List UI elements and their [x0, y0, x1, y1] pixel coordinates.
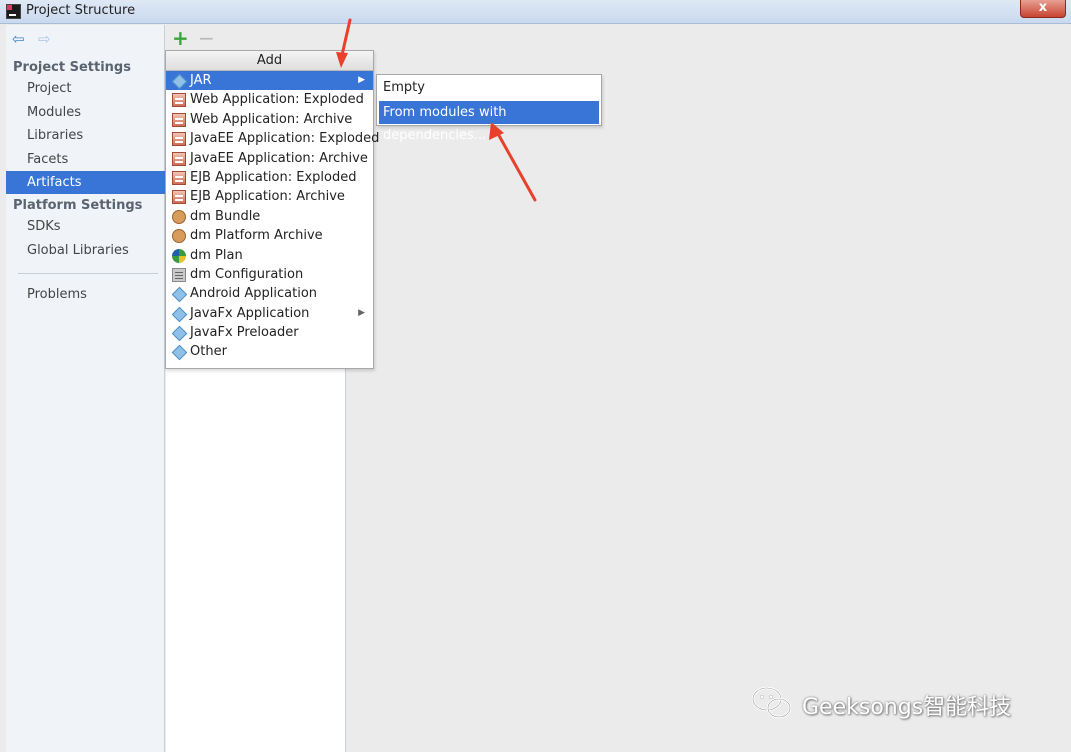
submenu-item-empty[interactable]: Empty	[377, 76, 601, 99]
settings-sidebar: ⇦ ⇨ Project Settings Project Modules Lib…	[6, 25, 165, 752]
menu-item-dm-plan[interactable]: dm Plan	[166, 246, 373, 265]
submenu-arrow-icon: ▶	[358, 75, 365, 85]
menu-item-jar[interactable]: JAR ▶	[166, 71, 373, 91]
jar-icon	[172, 74, 186, 88]
forward-arrow-icon[interactable]: ⇨	[38, 31, 54, 47]
add-menu-popup: Add JAR ▶ Web Application: Exploded Web …	[165, 50, 379, 369]
add-button[interactable]: +	[172, 27, 189, 49]
other-icon	[172, 345, 186, 359]
back-arrow-icon[interactable]: ⇦	[12, 31, 28, 47]
submenu-arrow-icon: ▶	[358, 307, 365, 318]
android-icon	[172, 287, 186, 301]
javafx-icon	[172, 307, 186, 321]
menu-item-javafx-application[interactable]: JavaFx Application ▶	[166, 304, 373, 323]
jar-submenu: Empty From modules with dependencies...	[376, 74, 602, 143]
intellij-icon	[6, 4, 21, 19]
sidebar-item-problems[interactable]: Problems	[6, 283, 165, 306]
window-title: Project Structure	[26, 3, 136, 18]
sidebar-item-modules[interactable]: Modules	[6, 101, 165, 124]
menu-item-ejb-archive[interactable]: EJB Application: Archive	[166, 187, 373, 206]
menu-item-javafx-preloader[interactable]: JavaFx Preloader	[166, 323, 373, 342]
archive-icon	[172, 112, 186, 127]
menu-item-dm-bundle[interactable]: dm Bundle	[166, 207, 373, 226]
archive-icon	[172, 190, 186, 205]
sidebar-divider	[18, 273, 158, 274]
sidebar-item-global-libraries[interactable]: Global Libraries	[6, 239, 165, 262]
archive-icon	[172, 151, 186, 166]
sidebar-item-sdks[interactable]: SDKs	[6, 215, 165, 238]
artifacts-toolbar: + −	[166, 25, 346, 51]
menu-item-other[interactable]: Other	[166, 342, 373, 361]
sidebar-item-project[interactable]: Project	[6, 77, 165, 100]
archive-icon	[172, 170, 186, 185]
sidebar-item-facets[interactable]: Facets	[6, 148, 165, 171]
bundle-icon	[172, 229, 186, 244]
plan-icon	[172, 248, 186, 263]
sidebar-item-artifacts[interactable]: Artifacts	[6, 171, 165, 194]
submenu-item-from-modules[interactable]: From modules with dependencies...	[379, 101, 599, 143]
menu-item-web-archive[interactable]: Web Application: Archive	[166, 110, 373, 129]
menu-item-javaee-exploded[interactable]: JavaEE Application: Exploded	[166, 129, 379, 148]
config-icon	[172, 267, 186, 282]
archive-icon	[172, 93, 186, 108]
remove-button[interactable]: −	[198, 27, 215, 49]
project-settings-header: Project Settings	[13, 60, 131, 75]
javafx-icon	[172, 326, 186, 340]
wechat-logo-icon	[751, 686, 792, 719]
add-menu-header: Add	[166, 51, 373, 71]
platform-settings-header: Platform Settings	[13, 198, 143, 213]
menu-item-android-application[interactable]: Android Application	[166, 284, 373, 303]
watermark-text: Geeksongs智能科技	[802, 695, 1012, 720]
archive-icon	[172, 132, 186, 147]
title-bar: Project Structure x	[0, 0, 1071, 24]
menu-item-dm-configuration[interactable]: dm Configuration	[166, 265, 373, 284]
menu-item-web-exploded[interactable]: Web Application: Exploded	[166, 90, 373, 109]
sidebar-item-libraries[interactable]: Libraries	[6, 124, 165, 147]
menu-item-dm-platform-archive[interactable]: dm Platform Archive	[166, 226, 373, 245]
bundle-icon	[172, 209, 186, 224]
menu-item-ejb-exploded[interactable]: EJB Application: Exploded	[166, 168, 373, 187]
close-button[interactable]: x	[1020, 0, 1066, 18]
menu-item-javaee-archive[interactable]: JavaEE Application: Archive	[166, 149, 373, 168]
